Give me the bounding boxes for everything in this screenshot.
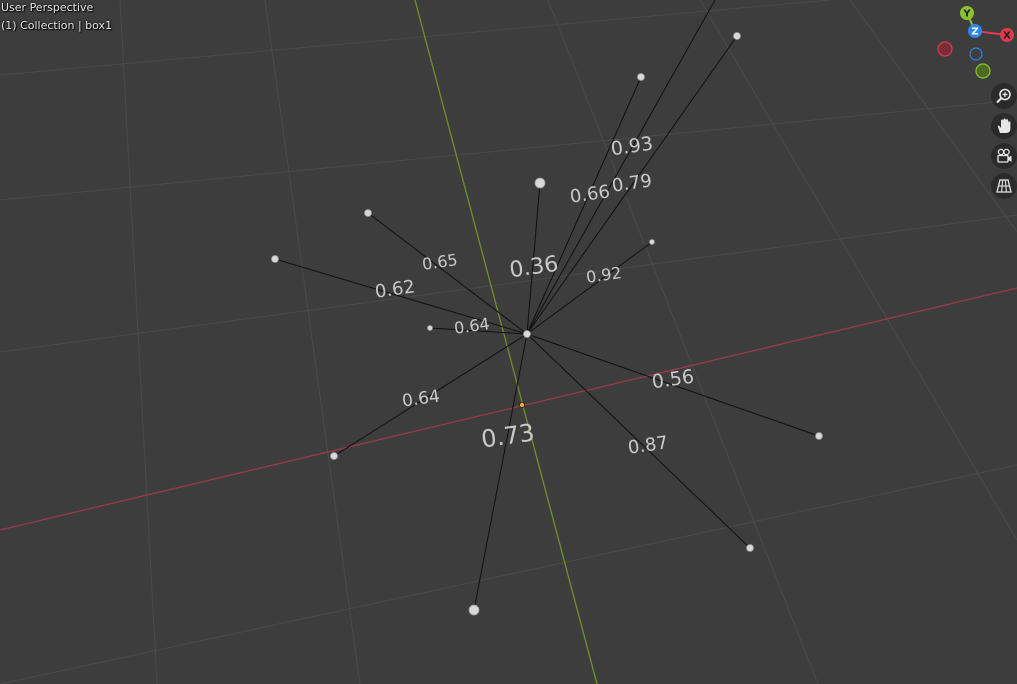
- graph-edge[interactable]: [367, 212, 528, 335]
- edge-weight-label: 0.64: [401, 386, 441, 411]
- navigation-gizmo[interactable]: Y Z X: [930, 0, 1017, 82]
- graph-node[interactable]: [364, 209, 372, 217]
- nodes-layer: [271, 32, 823, 616]
- y-axis-handle[interactable]: Y: [960, 6, 974, 20]
- zoom-button[interactable]: [991, 83, 1017, 109]
- graph-node[interactable]: [330, 452, 338, 460]
- edge-weight-label: 0.73: [479, 418, 536, 453]
- negative-y-axis[interactable]: [975, 63, 991, 79]
- edge-weight-label: 0.66: [569, 181, 612, 207]
- edge-weight-label: 0.64: [453, 314, 491, 338]
- scene-canvas[interactable]: 0.930.66 0.790.36 0.920.650.620.640.560.64…: [0, 0, 1017, 684]
- graph-node[interactable]: [534, 177, 546, 189]
- edge-weight-label: 0.56: [650, 366, 695, 394]
- graph-edge[interactable]: [473, 333, 528, 611]
- camera-view-button[interactable]: [991, 143, 1017, 169]
- z-axis-letter: Z: [971, 27, 978, 38]
- x-axis-handle[interactable]: X: [1000, 28, 1014, 42]
- x-axis-letter: X: [1003, 31, 1011, 42]
- hand-icon: [997, 118, 1011, 133]
- graph-node[interactable]: [468, 604, 480, 616]
- edge-weight-label: 0.92: [585, 263, 623, 287]
- floor-grid: [0, 0, 1017, 684]
- graph-node[interactable]: [427, 325, 433, 331]
- graph-node[interactable]: [746, 544, 754, 552]
- graph-node[interactable]: [815, 432, 823, 440]
- collection-label: (1) Collection | box1: [1, 19, 113, 32]
- graph-node[interactable]: [637, 73, 645, 81]
- y-axis-line: [414, 0, 598, 684]
- x-axis-line: [0, 287, 1017, 531]
- edge-weight-label: 0.87: [627, 432, 670, 458]
- hub-node[interactable]: [523, 330, 531, 338]
- 3d-viewport[interactable]: 0.93 0.66 0.79 0.36 0.92 0.65 0.62 0.64 0.56 0.64…: [0, 0, 1017, 684]
- pan-button[interactable]: [991, 113, 1017, 139]
- graph-node[interactable]: [271, 255, 279, 263]
- z-axis-handle[interactable]: Z: [968, 24, 982, 38]
- edge-weight-label: 0.65: [421, 250, 459, 274]
- negative-x-axis[interactable]: [937, 41, 953, 57]
- camera-icon: [997, 148, 1012, 163]
- view-name: User Perspective: [1, 1, 94, 14]
- y-axis-letter: Y: [962, 9, 971, 20]
- negative-z-axis[interactable]: [969, 47, 983, 61]
- grid-icon: [996, 179, 1012, 193]
- edge-labels-layer: 0.930.66 0.790.36 0.920.650.620.640.560.64…: [374, 133, 696, 459]
- projection-toggle-button[interactable]: [991, 173, 1017, 199]
- graph-node[interactable]: [649, 239, 655, 245]
- edge-weight-label: 0.79: [611, 170, 654, 196]
- origin-point[interactable]: [519, 401, 526, 408]
- edges-layer: [274, 0, 820, 611]
- graph-node[interactable]: [733, 32, 741, 40]
- graph-edge[interactable]: [526, 0, 716, 335]
- edge-weight-label: 0.93: [609, 133, 654, 161]
- zoom-icon: [996, 88, 1011, 104]
